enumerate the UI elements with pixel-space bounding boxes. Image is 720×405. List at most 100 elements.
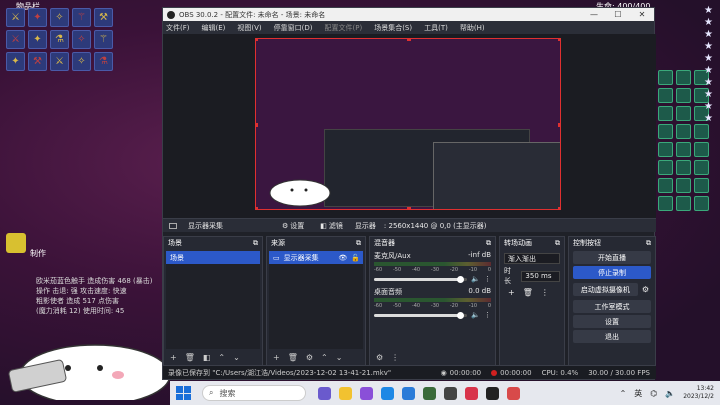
- resize-handle[interactable]: [407, 207, 411, 209]
- preview-area[interactable]: [163, 34, 656, 218]
- source-filters-button[interactable]: ◧ 滤镜: [316, 220, 347, 231]
- start-streaming-button[interactable]: 开始直播: [573, 251, 651, 264]
- add-icon[interactable]: +: [273, 353, 280, 362]
- equipment-slot[interactable]: [658, 88, 673, 103]
- equipment-slot[interactable]: [694, 178, 709, 193]
- inventory-slot[interactable]: ⚗: [94, 52, 113, 71]
- menu-profile[interactable]: 配置文件(P): [325, 23, 363, 33]
- equipment-slot[interactable]: [676, 124, 691, 139]
- equipment-slot[interactable]: [658, 124, 673, 139]
- app-icon[interactable]: [318, 386, 331, 400]
- taskbar-search[interactable]: ⌕ 搜索: [202, 385, 306, 401]
- equipment-slot[interactable]: [676, 142, 691, 157]
- move-down-icon[interactable]: ⌄: [336, 353, 343, 362]
- steam-icon[interactable]: [444, 386, 457, 400]
- inventory-slot[interactable]: ⚒: [94, 8, 113, 27]
- app-icon[interactable]: [423, 386, 436, 400]
- inventory-slot[interactable]: ⚒: [28, 52, 47, 71]
- crafting-item-icon[interactable]: [6, 233, 26, 253]
- equipment-slot[interactable]: [676, 70, 691, 85]
- edge-icon[interactable]: [381, 386, 394, 400]
- eye-icon[interactable]: 👁: [338, 254, 347, 262]
- more-icon[interactable]: ⋮: [541, 288, 549, 297]
- more-icon[interactable]: ⋮: [484, 311, 491, 319]
- equipment-slot[interactable]: [658, 70, 673, 85]
- menu-tools[interactable]: 工具(T): [424, 23, 448, 33]
- file-explorer-icon[interactable]: [339, 386, 352, 400]
- minimize-icon[interactable]: —: [582, 10, 606, 19]
- equipment-slot[interactable]: [694, 196, 709, 211]
- app-icon[interactable]: [402, 386, 415, 400]
- undock-icon[interactable]: ⧉: [356, 239, 361, 248]
- preview-canvas[interactable]: [255, 38, 561, 210]
- equipment-slot[interactable]: [694, 124, 709, 139]
- start-virtual-camera-button[interactable]: 启动虚拟摄像机: [573, 283, 638, 296]
- source-item[interactable]: ▭ 显示器采集 👁 🔓: [269, 251, 363, 264]
- inventory-slot[interactable]: ⚔: [6, 8, 25, 27]
- chevron-up-icon[interactable]: ⌃: [620, 389, 627, 398]
- settings-button[interactable]: 设置: [573, 315, 651, 328]
- studio-mode-button[interactable]: 工作室模式: [573, 300, 651, 313]
- equipment-slot[interactable]: [658, 196, 673, 211]
- equipment-slot[interactable]: [658, 106, 673, 121]
- menu-view[interactable]: 视图(V): [237, 23, 261, 33]
- exit-button[interactable]: 退出: [573, 330, 651, 343]
- undock-icon[interactable]: ⧉: [555, 239, 560, 248]
- menu-file[interactable]: 文件(F): [166, 23, 190, 33]
- filter-icon[interactable]: ◧: [203, 353, 211, 362]
- undock-icon[interactable]: ⧉: [646, 239, 651, 248]
- app-icon[interactable]: [465, 386, 478, 400]
- move-down-icon[interactable]: ⌄: [233, 353, 240, 362]
- menu-scene-collection[interactable]: 场景集合(S): [374, 23, 412, 33]
- lock-icon[interactable]: 🔓: [351, 254, 360, 262]
- inventory-slot[interactable]: ⚗: [50, 30, 69, 49]
- visual-studio-icon[interactable]: [360, 386, 373, 400]
- gear-icon[interactable]: ⚙: [376, 353, 383, 362]
- equipment-slot[interactable]: [676, 178, 691, 193]
- undock-icon[interactable]: ⧉: [253, 239, 258, 248]
- windows-start-icon[interactable]: [176, 386, 192, 400]
- move-up-icon[interactable]: ⌃: [218, 353, 225, 362]
- menu-edit[interactable]: 编辑(E): [202, 23, 226, 33]
- equipment-slot[interactable]: [658, 178, 673, 193]
- display-value[interactable]: : 2560x1440 @ 0,0 (主显示器): [384, 221, 487, 231]
- inventory-slot[interactable]: ✧: [72, 52, 91, 71]
- inventory-slot[interactable]: ⚚: [94, 30, 113, 49]
- speaker-icon[interactable]: 🔈: [471, 275, 480, 283]
- speaker-icon[interactable]: 🔈: [665, 389, 675, 398]
- obs-icon[interactable]: [486, 386, 499, 400]
- undock-icon[interactable]: ⧉: [486, 239, 491, 248]
- equipment-slot[interactable]: [694, 142, 709, 157]
- taskbar-clock[interactable]: 13:42 2023/12/2: [683, 385, 714, 401]
- resize-handle[interactable]: [558, 39, 560, 41]
- equipment-slot[interactable]: [658, 142, 673, 157]
- equipment-slot[interactable]: [694, 160, 709, 175]
- source-settings-button[interactable]: ⚙ 设置: [278, 220, 308, 231]
- gear-icon[interactable]: ⚙: [306, 353, 313, 362]
- equipment-slot[interactable]: [676, 160, 691, 175]
- app-icon[interactable]: [507, 386, 520, 400]
- move-up-icon[interactable]: ⌃: [321, 353, 328, 362]
- inventory-slot[interactable]: ⚔: [50, 52, 69, 71]
- inventory-slot[interactable]: ✧: [50, 8, 69, 27]
- stop-recording-button[interactable]: 停止录制: [573, 266, 651, 279]
- more-icon[interactable]: ⋮: [484, 275, 491, 283]
- resize-handle[interactable]: [558, 123, 560, 127]
- resize-handle[interactable]: [407, 39, 411, 41]
- input-language[interactable]: 英: [634, 388, 642, 399]
- equipment-slot[interactable]: [676, 88, 691, 103]
- inventory-slot[interactable]: ✦: [28, 8, 47, 27]
- inventory-slot[interactable]: ✦: [6, 52, 25, 71]
- volume-slider[interactable]: [374, 275, 468, 283]
- resize-handle[interactable]: [256, 39, 258, 41]
- volume-slider[interactable]: [374, 311, 468, 319]
- add-icon[interactable]: +: [508, 288, 515, 297]
- inventory-slot[interactable]: ⚚: [72, 8, 91, 27]
- scene-item[interactable]: 场景: [166, 251, 260, 264]
- equipment-slot[interactable]: [658, 160, 673, 175]
- equipment-slot[interactable]: [676, 106, 691, 121]
- equipment-slot[interactable]: [676, 196, 691, 211]
- maximize-icon[interactable]: ☐: [606, 10, 630, 19]
- menu-docks[interactable]: 停靠窗口(D): [274, 23, 313, 33]
- transition-select[interactable]: 渐入渐出: [504, 253, 560, 264]
